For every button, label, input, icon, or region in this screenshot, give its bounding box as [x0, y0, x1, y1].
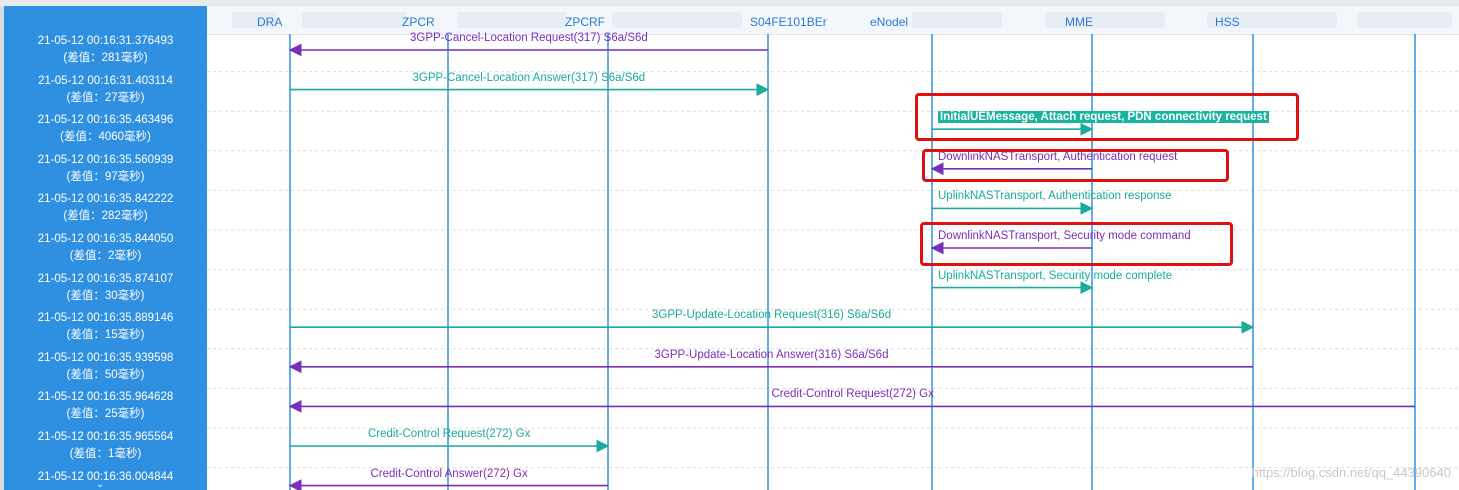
timestamp-text: 21-05-12 00:16:35.874107: [37, 272, 174, 285]
timestamp-text: 21-05-12 00:16:35.889146: [37, 312, 174, 325]
message-label[interactable]: 3GPP-Update-Location Request(316) S6a/S6…: [652, 309, 891, 321]
time-diff-text: (差值：1毫秒): [69, 448, 142, 460]
timestamp-cell: 21-05-12 00:16:35.463496 (差值：4060毫秒): [4, 112, 207, 146]
timestamp-text: 21-05-12 00:16:36.004844: [37, 470, 174, 483]
time-diff-text: (差值：15毫秒): [66, 329, 145, 342]
time-diff-text: (差值：2毫秒): [69, 250, 142, 262]
timestamp-cell: 21-05-12 00:16:36.004844: [4, 469, 207, 486]
time-diff-text: (差值：97毫秒): [66, 170, 145, 183]
highlight-box-authentication-request: [922, 149, 1229, 182]
timestamp-text: 21-05-12 00:16:31.376493: [37, 35, 174, 47]
time-diff-text: (差值：30毫秒): [66, 289, 145, 302]
timestamp-text: 21-05-12 00:16:35.939598: [37, 351, 174, 364]
message-label[interactable]: UplinkNASTransport, Security mode comple…: [938, 270, 1172, 282]
message-label[interactable]: 3GPP-Update-Location Answer(316) S6a/S6d: [655, 349, 889, 361]
chevron-down-icon[interactable]: ⌄: [96, 479, 104, 490]
timestamp-text: 21-05-12 00:16:35.965564: [37, 431, 174, 443]
highlight-box-security-mode-command: [920, 222, 1233, 266]
time-diff-text: (差值：281毫秒): [63, 52, 148, 64]
message-label[interactable]: Credit-Control Request(272) Gx: [772, 388, 934, 400]
message-label[interactable]: Credit-Control Request(272) Gx: [368, 428, 530, 440]
timestamp-text: 21-05-12 00:16:35.560939: [37, 153, 174, 166]
message-label[interactable]: UplinkNASTransport, Authentication respo…: [938, 190, 1172, 202]
timestamp-cell: 21-05-12 00:16:35.939598 (差值：50毫秒): [4, 350, 207, 384]
timestamp-cell: 21-05-12 00:16:35.844050 (差值：2毫秒): [4, 231, 207, 265]
message-label[interactable]: Credit-Control Answer(272) Gx: [371, 468, 528, 480]
message-label[interactable]: 3GPP-Cancel-Location Answer(317) S6a/S6d: [413, 72, 646, 84]
timestamp-cell: 21-05-12 00:16:31.403114 (差值：27毫秒): [4, 73, 207, 107]
time-diff-text: (差值：50毫秒): [66, 368, 145, 381]
time-diff-text: (差值：4060毫秒): [60, 131, 151, 144]
time-diff-text: (差值：27毫秒): [66, 91, 145, 104]
timestamp-text: 21-05-12 00:16:31.403114: [38, 74, 173, 87]
highlight-box-initial-ue-message: [915, 93, 1299, 141]
timestamp-cell: 21-05-12 00:16:35.964628 (差值：25毫秒): [4, 389, 207, 423]
timestamp-cell: 21-05-12 00:16:31.376493 (差值：281毫秒): [4, 33, 207, 67]
timestamp-cell: 21-05-12 00:16:35.560939 (差值：97毫秒): [4, 152, 207, 186]
timestamp-cell: 21-05-12 00:16:35.842222 (差值：282毫秒): [4, 191, 207, 225]
time-diff-text: (差值：25毫秒): [66, 408, 145, 421]
timestamp-text: 21-05-12 00:16:35.842222: [37, 193, 174, 206]
timestamp-cell: 21-05-12 00:16:35.889146 (差值：15毫秒): [4, 310, 207, 344]
timestamp-text: 21-05-12 00:16:35.964628: [37, 391, 174, 404]
message-label[interactable]: 3GPP-Cancel-Location Request(317) S6a/S6…: [410, 32, 648, 44]
timestamp-text: 21-05-12 00:16:35.463496: [37, 114, 174, 127]
timestamp-cell: 21-05-12 00:16:35.874107 (差值：30毫秒): [4, 271, 207, 305]
sequence-diagram: [207, 34, 1459, 490]
watermark: https://blog.csdn.net/qq_44390640: [1251, 465, 1452, 480]
timestamp-cell: 21-05-12 00:16:35.965564 (差值：1毫秒): [4, 429, 207, 463]
timestamp-text: 21-05-12 00:16:35.844050: [37, 233, 174, 245]
time-diff-text: (差值：282毫秒): [63, 210, 148, 223]
